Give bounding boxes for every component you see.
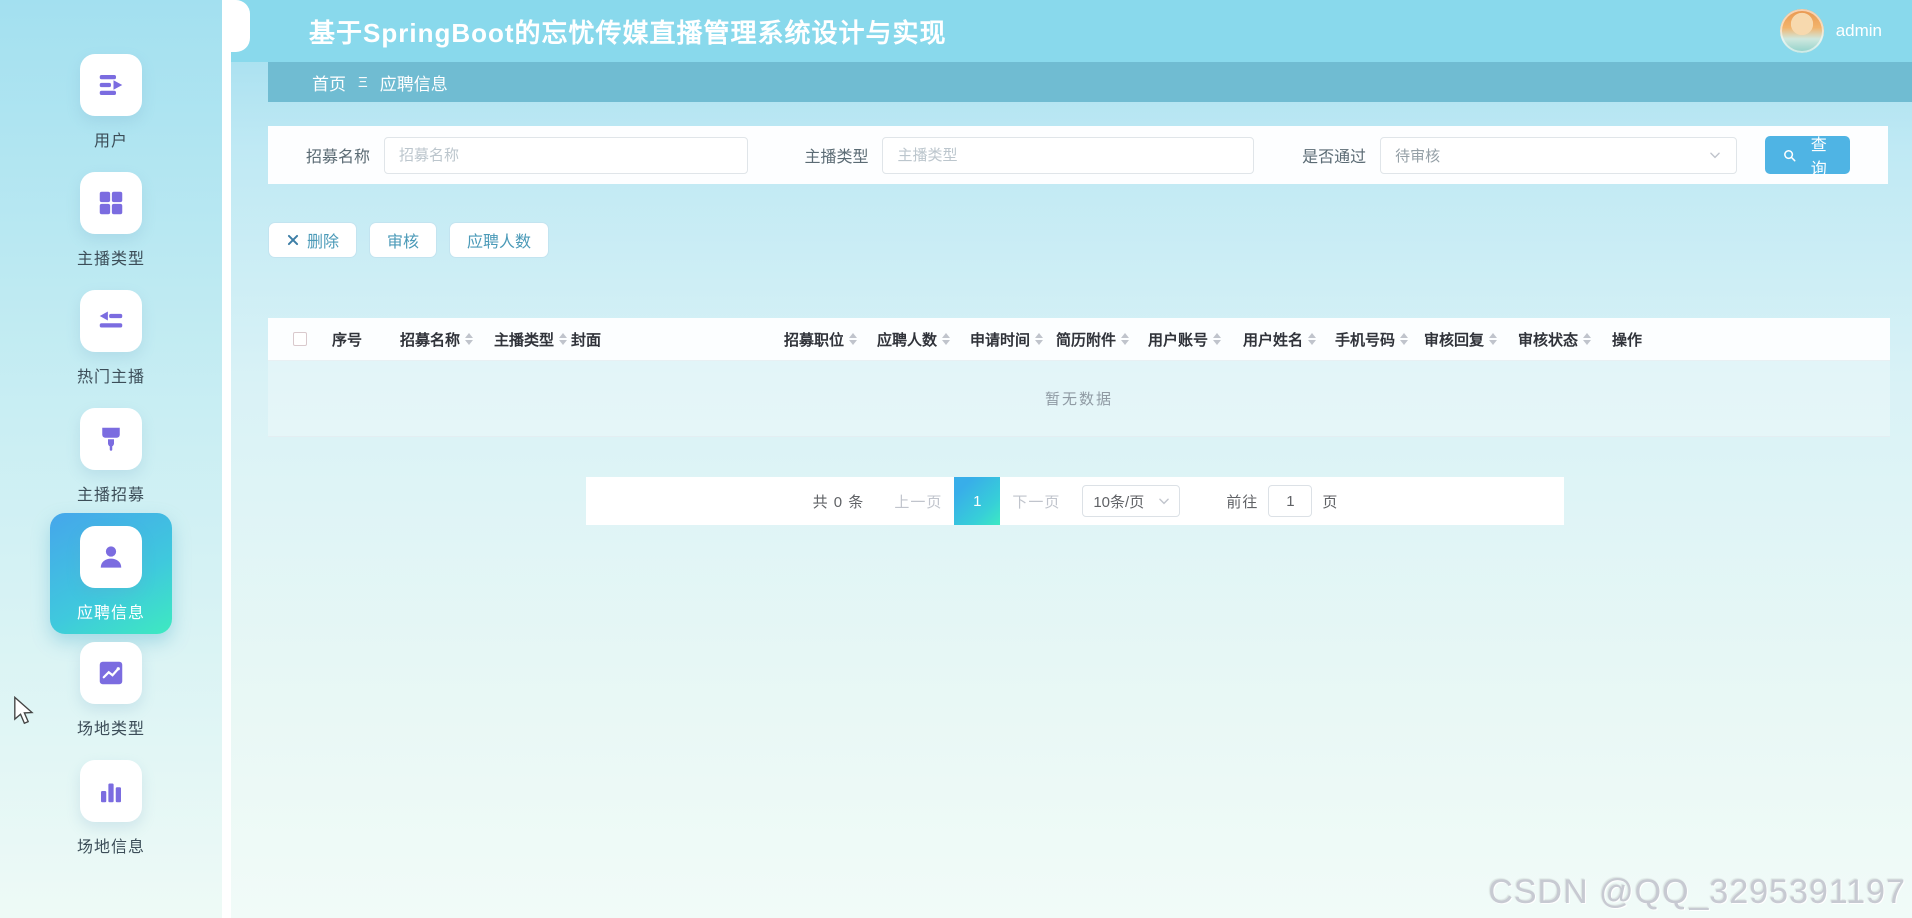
avatar[interactable] xyxy=(1780,9,1824,53)
column-header-主播类型[interactable]: 主播类型 xyxy=(490,329,567,350)
column-header-简历附件[interactable]: 简历附件 xyxy=(1052,329,1144,350)
delete-button[interactable]: 删除 xyxy=(268,222,357,258)
next-page-button[interactable]: 下一页 xyxy=(1012,491,1060,512)
user-icon xyxy=(96,542,126,572)
delete-button-label: 删除 xyxy=(307,228,339,252)
sort-carets-icon[interactable] xyxy=(849,333,857,345)
sort-carets-icon[interactable] xyxy=(1213,333,1221,345)
chevron-down-icon xyxy=(1157,494,1171,508)
bar-chart-icon xyxy=(96,776,126,806)
table-header-row: 序号 招募名称 主播类型 封面 招募职位 应聘人数 申请时间 xyxy=(268,318,1890,361)
sidebar: 用户 主播类型 热门主播 主播招募 应聘信息 场地类型 场地信息 xyxy=(0,0,222,918)
pagination-bar: 共 0 条 上一页 1 下一页 10条/页 前往 页 xyxy=(586,477,1564,525)
column-header-操作: 操作 xyxy=(1608,329,1890,350)
pass-status-value: 待审核 xyxy=(1395,145,1708,166)
grid-icon xyxy=(96,188,126,218)
brush-icon xyxy=(96,424,126,454)
breadcrumb-current: 应聘信息 xyxy=(380,70,448,95)
sort-carets-icon[interactable] xyxy=(1121,333,1129,345)
pagination-total: 共 0 条 xyxy=(813,491,865,512)
audit-button[interactable]: 审核 xyxy=(369,222,437,258)
page-size-select[interactable]: 10条/页 xyxy=(1082,485,1180,517)
recruit-name-label: 招募名称 xyxy=(306,143,370,167)
sidebar-item-anchor-types[interactable]: 主播类型 xyxy=(77,172,145,269)
breadcrumb: 首页 Ξ 应聘信息 xyxy=(268,62,1912,102)
page-title: 基于SpringBoot的忘忧传媒直播管理系统设计与实现 xyxy=(309,13,1780,50)
filter-bar: 招募名称 主播类型 是否通过 待审核 查询 xyxy=(268,126,1888,184)
data-table: 序号 招募名称 主播类型 封面 招募职位 应聘人数 申请时间 xyxy=(268,318,1890,437)
user-menu[interactable]: admin xyxy=(1780,9,1882,53)
audit-button-label: 审核 xyxy=(387,228,419,252)
pass-status-label: 是否通过 xyxy=(1302,143,1366,167)
applicants-count-label: 应聘人数 xyxy=(467,228,531,252)
action-toolbar: 删除 审核 应聘人数 xyxy=(268,222,1912,258)
query-button-label: 查询 xyxy=(1804,131,1833,179)
page-unit-label: 页 xyxy=(1322,491,1337,512)
sidebar-divider xyxy=(222,0,231,918)
anchor-type-label: 主播类型 xyxy=(804,143,868,167)
main-content: 基于SpringBoot的忘忧传媒直播管理系统设计与实现 admin 首页 Ξ … xyxy=(231,0,1912,918)
query-button[interactable]: 查询 xyxy=(1765,136,1850,174)
column-header-申请时间[interactable]: 申请时间 xyxy=(966,329,1052,350)
recruit-name-input[interactable] xyxy=(384,137,748,174)
username-label: admin xyxy=(1836,21,1882,41)
column-header-审核状态[interactable]: 审核状态 xyxy=(1514,329,1608,350)
page-number-1[interactable]: 1 xyxy=(954,477,1000,525)
column-header-手机号码[interactable]: 手机号码 xyxy=(1331,329,1420,350)
empty-text: 暂无数据 xyxy=(1045,388,1113,409)
page-size-value: 10条/页 xyxy=(1093,491,1157,512)
lines-arrow-icon xyxy=(96,306,126,336)
applicants-count-button[interactable]: 应聘人数 xyxy=(449,222,549,258)
column-header-用户账号[interactable]: 用户账号 xyxy=(1144,329,1239,350)
sort-carets-icon[interactable] xyxy=(1035,333,1043,345)
column-header-招募职位[interactable]: 招募职位 xyxy=(780,329,873,350)
column-header-招募名称[interactable]: 招募名称 xyxy=(396,329,490,350)
top-header: 基于SpringBoot的忘忧传媒直播管理系统设计与实现 admin xyxy=(231,0,1912,62)
chevron-down-icon xyxy=(1708,148,1722,162)
pass-status-select[interactable]: 待审核 xyxy=(1380,137,1737,174)
anchor-type-input[interactable] xyxy=(882,137,1254,174)
mouse-cursor xyxy=(10,696,36,726)
sidebar-item-hot-anchors[interactable]: 热门主播 xyxy=(77,290,145,387)
goto-page-input[interactable] xyxy=(1268,485,1312,517)
sort-carets-icon[interactable] xyxy=(942,333,950,345)
sidebar-item-venue-types[interactable]: 场地类型 xyxy=(77,642,145,739)
sort-carets-icon[interactable] xyxy=(1583,333,1591,345)
search-icon xyxy=(1782,147,1797,164)
prev-page-button[interactable]: 上一页 xyxy=(894,491,942,512)
watermark: CSDN @QQ_3295391197 xyxy=(1488,873,1906,912)
breadcrumb-separator-icon: Ξ xyxy=(358,74,368,91)
goto-label: 前往 xyxy=(1226,491,1258,512)
sort-carets-icon[interactable] xyxy=(465,333,473,345)
sidebar-item-users[interactable]: 用户 xyxy=(80,54,142,151)
app-root: 用户 主播类型 热门主播 主播招募 应聘信息 场地类型 场地信息 xyxy=(0,0,1912,918)
table-empty-state: 暂无数据 xyxy=(268,361,1890,437)
sidebar-nav: 用户 主播类型 热门主播 主播招募 应聘信息 场地类型 场地信息 xyxy=(0,0,222,878)
menu-arrow-icon xyxy=(96,70,126,100)
column-header-checkbox[interactable] xyxy=(268,332,328,346)
sidebar-item-apply-info[interactable]: 应聘信息 xyxy=(50,513,172,634)
sort-carets-icon[interactable] xyxy=(1308,333,1316,345)
column-header-序号: 序号 xyxy=(328,329,396,350)
close-icon xyxy=(286,233,300,247)
column-header-应聘人数[interactable]: 应聘人数 xyxy=(873,329,966,350)
sort-carets-icon[interactable] xyxy=(1489,333,1497,345)
select-all-checkbox[interactable] xyxy=(293,332,307,346)
column-header-用户姓名[interactable]: 用户姓名 xyxy=(1239,329,1331,350)
sidebar-item-venue-info[interactable]: 场地信息 xyxy=(77,760,145,857)
sort-carets-icon[interactable] xyxy=(1400,333,1408,345)
column-header-封面: 封面 xyxy=(567,329,780,350)
column-header-审核回复[interactable]: 审核回复 xyxy=(1420,329,1514,350)
sort-carets-icon[interactable] xyxy=(559,333,567,345)
breadcrumb-home[interactable]: 首页 xyxy=(312,70,346,95)
chart-line-box-icon xyxy=(96,658,126,688)
sidebar-item-anchor-recruit[interactable]: 主播招募 xyxy=(77,408,145,505)
